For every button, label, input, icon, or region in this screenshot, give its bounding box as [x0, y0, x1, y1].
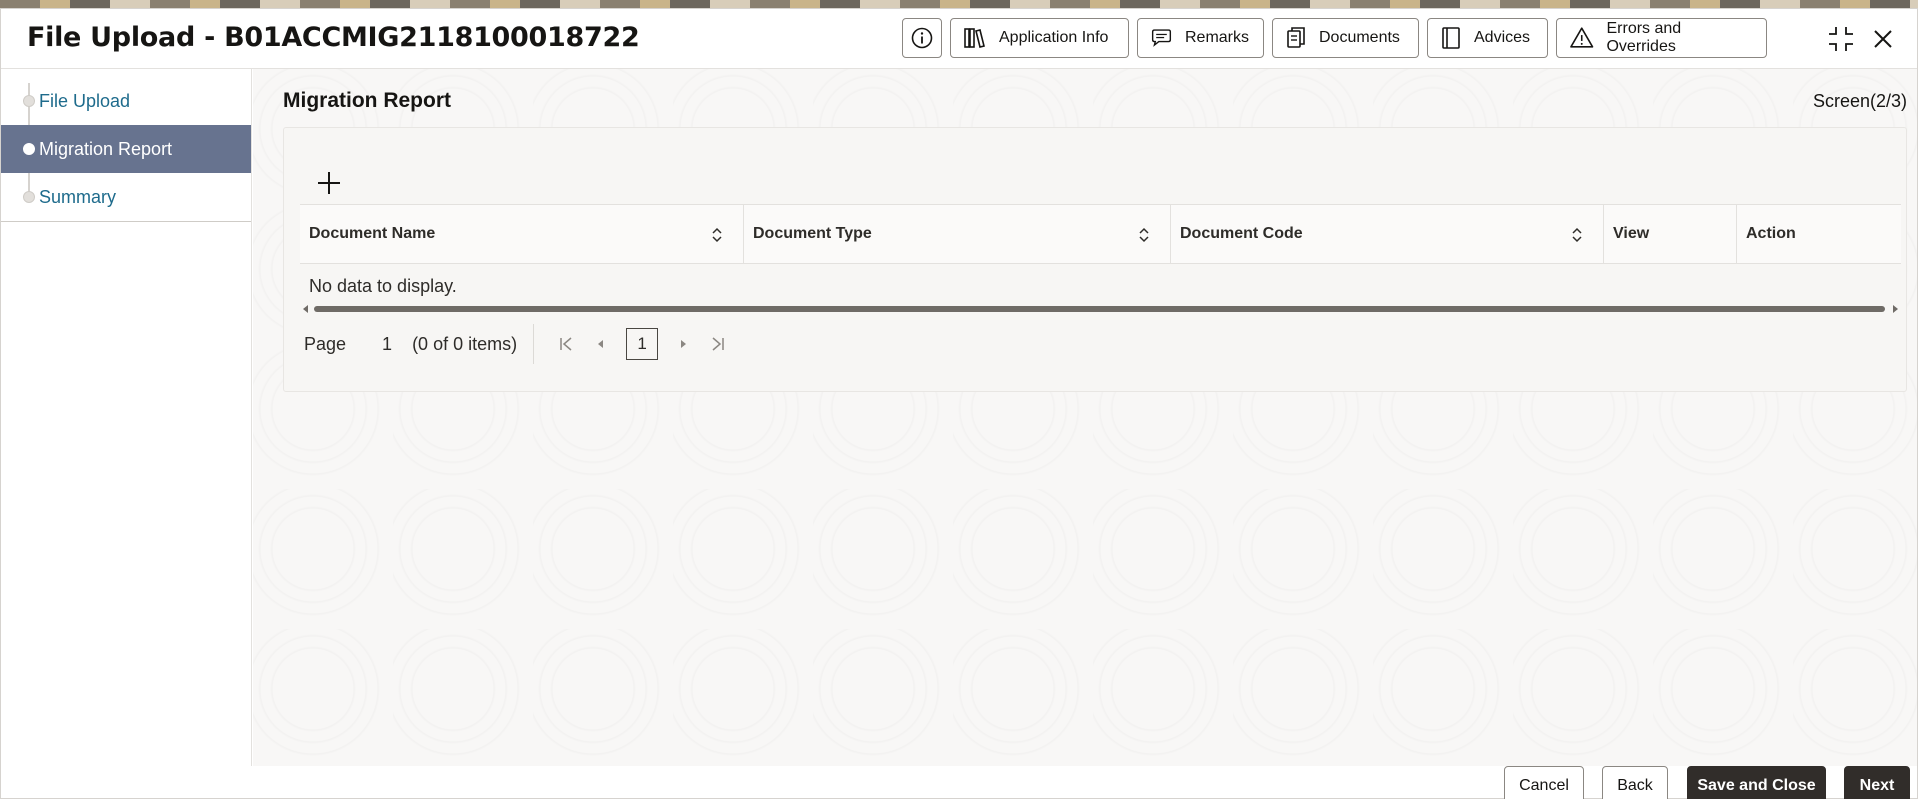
documents-button[interactable]: Documents	[1272, 18, 1419, 58]
sidebar-item-label: File Upload	[39, 90, 131, 111]
close-icon[interactable]	[1871, 27, 1895, 51]
file-upload-window: File Upload - B01ACCMIG2118100018722 App…	[0, 8, 1918, 799]
remarks-button[interactable]: Remarks	[1137, 18, 1264, 58]
column-document-code[interactable]: Document Code	[1171, 205, 1604, 263]
column-document-name[interactable]: Document Name	[300, 205, 744, 263]
scroll-left-icon[interactable]	[302, 305, 310, 313]
cancel-button[interactable]: Cancel	[1504, 766, 1584, 799]
prev-page-icon	[598, 340, 604, 348]
advices-label: Advices	[1474, 29, 1531, 46]
scrollbar-thumb[interactable]	[314, 306, 1885, 312]
column-label: View	[1613, 225, 1650, 242]
footer-actions: Cancel Back Save and Close Next	[1, 766, 1917, 799]
sidebar: File Upload Migration Report Summary	[1, 69, 252, 766]
next-page-icon	[681, 340, 687, 348]
page-title: File Upload - B01ACCMIG2118100018722	[27, 22, 640, 53]
remarks-label: Remarks	[1184, 29, 1249, 46]
step-dot	[23, 191, 35, 203]
sort-icon[interactable]	[1571, 227, 1583, 243]
step-dot	[23, 95, 35, 107]
first-page-icon	[560, 337, 572, 351]
table-header: Document Name Document Type Document Cod…	[300, 205, 1901, 264]
section-title: Migration Report	[283, 89, 451, 112]
sidebar-item-summary[interactable]: Summary	[1, 173, 251, 221]
errors-overrides-button[interactable]: Errors and Overrides	[1556, 18, 1767, 58]
last-page-icon	[712, 337, 724, 351]
column-view: View	[1604, 205, 1737, 263]
pager-label: Page	[304, 333, 347, 354]
pager-separator	[533, 324, 535, 364]
horizontal-scrollbar[interactable]	[300, 304, 1901, 314]
sort-icon[interactable]	[711, 227, 723, 243]
next-page-button[interactable]	[678, 336, 690, 352]
application-info-label: Application Info	[999, 29, 1109, 46]
errors-overrides-label: Errors and Overrides	[1606, 20, 1682, 55]
column-label: Document Name	[309, 225, 436, 242]
pager-items-count: (0 of 0 items)	[412, 333, 518, 354]
sidebar-item-label: Migration Report	[39, 138, 173, 159]
application-info-button[interactable]: Application Info	[950, 18, 1129, 58]
advices-icon	[1442, 27, 1460, 49]
info-icon	[911, 27, 933, 49]
pagination: Page 1 (0 of 0 items) 1	[304, 324, 736, 364]
add-icon[interactable]	[314, 168, 344, 198]
scroll-right-icon[interactable]	[1891, 305, 1899, 313]
empty-message: No data to display.	[309, 276, 457, 296]
next-button[interactable]: Next	[1844, 766, 1910, 799]
migration-report-panel: Document Name Document Type Document Cod…	[283, 127, 1907, 392]
warning-icon	[1570, 27, 1594, 48]
sort-icon[interactable]	[1138, 227, 1150, 243]
application-info-icon	[964, 28, 985, 48]
backdrop-strip	[0, 0, 1918, 8]
column-action: Action	[1737, 205, 1901, 263]
column-label: Document Code	[1180, 225, 1303, 242]
screen-indicator: Screen(2/3)	[1812, 91, 1907, 111]
remarks-icon	[1151, 29, 1172, 47]
documents-label: Documents	[1319, 29, 1400, 46]
prev-page-button[interactable]	[594, 336, 606, 352]
page-number-box[interactable]: 1	[626, 328, 659, 360]
documents-icon	[1287, 27, 1305, 48]
column-label: Action	[1746, 225, 1796, 242]
window-header: File Upload - B01ACCMIG2118100018722 App…	[1, 9, 1917, 69]
sidebar-item-label: Summary	[39, 186, 117, 207]
last-page-button[interactable]	[710, 336, 726, 352]
info-button[interactable]	[902, 18, 942, 58]
collapse-icon[interactable]	[1827, 25, 1855, 53]
save-and-close-button[interactable]: Save and Close	[1687, 766, 1826, 799]
column-label: Document Type	[753, 225, 872, 242]
pager-current-page: 1	[382, 333, 393, 354]
sidebar-item-file-upload[interactable]: File Upload	[1, 77, 251, 125]
first-page-button[interactable]	[558, 336, 574, 352]
documents-table: Document Name Document Type Document Cod…	[300, 204, 1901, 309]
advices-button[interactable]: Advices	[1427, 18, 1548, 58]
column-document-type[interactable]: Document Type	[744, 205, 1171, 263]
main-content: Migration Report Screen(2/3) Document Na…	[253, 69, 1917, 766]
sidebar-item-migration-report[interactable]: Migration Report	[1, 125, 251, 173]
step-dot	[23, 143, 35, 155]
sidebar-divider	[1, 221, 251, 222]
back-button[interactable]: Back	[1602, 766, 1668, 799]
